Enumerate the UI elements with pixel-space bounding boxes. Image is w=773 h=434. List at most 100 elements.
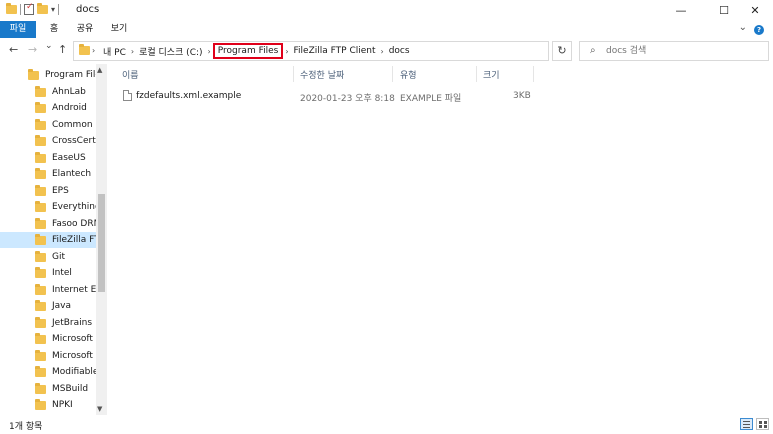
sidebar-item-label: JetBrains xyxy=(52,318,93,328)
sidebar-item-common-files[interactable]: Common Files xyxy=(0,117,96,133)
breadcrumb: 내 PC › 로컬 디스크 (C:) › Program Files › Fil… xyxy=(100,42,413,60)
breadcrumb-program-files[interactable]: Program Files xyxy=(212,43,284,59)
search-box[interactable]: ⌕ xyxy=(579,41,769,61)
help-icon[interactable]: ? xyxy=(754,25,764,35)
column-divider[interactable] xyxy=(293,66,294,82)
table-row[interactable]: fzdefaults.xml.example 2020-01-23 오후 8:1… xyxy=(118,89,538,105)
column-header-type[interactable]: 유형 xyxy=(400,68,417,81)
chevron-right-icon[interactable]: › xyxy=(379,47,386,56)
status-bar: 1개 항목 xyxy=(0,415,773,434)
folder-icon xyxy=(35,233,46,245)
tab-home[interactable]: 홈 xyxy=(44,21,64,38)
scrollbar-thumb[interactable] xyxy=(98,194,105,292)
sidebar-item-npki[interactable]: NPKI xyxy=(0,397,96,413)
ribbon-tabs: 파일 홈 공유 보기 ⌄ ? xyxy=(0,21,773,38)
search-icon: ⌕ xyxy=(590,45,596,56)
sidebar-item-eps[interactable]: EPS xyxy=(0,183,96,199)
sidebar-item-label: CrossCert xyxy=(52,136,96,146)
folder-icon xyxy=(35,349,46,361)
recent-locations-dropdown[interactable]: ⌄ xyxy=(45,41,53,51)
new-folder-icon[interactable] xyxy=(37,3,48,14)
sidebar-item-filezilla[interactable]: FileZilla FTP Client xyxy=(0,232,96,248)
sidebar-item-label: Intel xyxy=(52,268,72,278)
sidebar-item-msbuild[interactable]: MSBuild xyxy=(0,381,96,397)
large-icons-view-icon xyxy=(759,425,762,428)
sidebar-item-git[interactable]: Git xyxy=(0,249,96,265)
chevron-right-icon[interactable]: › xyxy=(129,47,136,56)
tab-share[interactable]: 공유 xyxy=(74,21,96,38)
sidebar-item-android[interactable]: Android xyxy=(0,100,96,116)
column-divider[interactable] xyxy=(476,66,477,82)
breadcrumb-filezilla[interactable]: FileZilla FTP Client xyxy=(291,46,379,56)
sidebar-item-label: Elantech xyxy=(52,169,92,179)
sidebar-item-label: ModifiableWindowsApps xyxy=(52,367,96,377)
sidebar-item-label: Program Files xyxy=(45,70,96,80)
large-icons-view-icon xyxy=(764,425,767,428)
sidebar-item-label: Common Files xyxy=(52,120,96,130)
sidebar-item-easeus[interactable]: EaseUS xyxy=(0,150,96,166)
close-button[interactable]: ✕ xyxy=(737,0,773,21)
up-button[interactable]: ↑ xyxy=(58,43,67,56)
window-title: docs xyxy=(76,4,100,15)
refresh-icon: ↻ xyxy=(557,44,567,57)
scroll-down-icon[interactable]: ▼ xyxy=(97,405,102,413)
properties-icon[interactable] xyxy=(24,2,34,15)
forward-button[interactable]: → xyxy=(28,43,37,56)
details-view-button[interactable] xyxy=(740,418,753,430)
details-view-icon xyxy=(743,427,750,428)
sidebar-item-microsoft-office[interactable]: Microsoft Office xyxy=(0,331,96,347)
customize-toolbar-dropdown-icon[interactable]: ▾ xyxy=(51,5,55,14)
tab-file[interactable]: 파일 xyxy=(0,21,36,38)
expand-ribbon-icon[interactable]: ⌄ xyxy=(739,22,747,33)
refresh-button[interactable]: ↻ xyxy=(552,41,572,61)
sidebar-item-label: Internet Explorer xyxy=(52,285,96,295)
column-header-size[interactable]: 크기 xyxy=(483,68,500,81)
details-view-icon xyxy=(743,421,750,422)
sidebar-item-modifiable-windows-apps[interactable]: ModifiableWindowsApps xyxy=(0,364,96,380)
folder-icon xyxy=(35,217,46,229)
folder-icon xyxy=(35,250,46,262)
folder-icon xyxy=(35,266,46,278)
back-button[interactable]: ← xyxy=(9,43,18,56)
chevron-right-icon[interactable]: › xyxy=(283,47,290,56)
breadcrumb-docs[interactable]: docs xyxy=(386,46,413,56)
sidebar-scrollbar[interactable]: ▲ ▼ xyxy=(96,64,107,415)
sidebar-item-jetbrains[interactable]: JetBrains xyxy=(0,315,96,331)
folder-icon xyxy=(79,44,90,55)
breadcrumb-this-pc[interactable]: 내 PC xyxy=(100,45,129,58)
details-view-icon xyxy=(743,424,750,425)
title-bar: ▾ docs — ☐ ✕ xyxy=(0,0,773,21)
sidebar-item-label: Java xyxy=(52,301,72,311)
chevron-right-icon[interactable]: › xyxy=(90,46,97,55)
sidebar-item-internet-explorer[interactable]: Internet Explorer xyxy=(0,282,96,298)
search-input[interactable] xyxy=(606,44,756,58)
large-icons-view-button[interactable] xyxy=(756,418,769,430)
sidebar-item-fasoo-drm[interactable]: Fasoo DRM xyxy=(0,216,96,232)
scroll-up-icon[interactable]: ▲ xyxy=(97,66,102,74)
breadcrumb-local-disk[interactable]: 로컬 디스크 (C:) xyxy=(136,45,205,58)
chevron-right-icon[interactable]: › xyxy=(206,47,213,56)
minimize-button[interactable]: — xyxy=(663,0,699,21)
folder-icon xyxy=(35,101,46,113)
navigation-pane: Program Files AhnLab Android Common File… xyxy=(0,64,107,415)
folder-icon xyxy=(35,398,46,410)
sidebar-item-ahnlab[interactable]: AhnLab xyxy=(0,84,96,100)
folder-icon xyxy=(35,200,46,212)
sidebar-item-program-files[interactable]: Program Files xyxy=(0,67,96,83)
column-header-modified[interactable]: 수정한 날짜 xyxy=(300,68,344,81)
sidebar-item-microsoft-office-15[interactable]: Microsoft Office 15 xyxy=(0,348,96,364)
sidebar-item-intel[interactable]: Intel xyxy=(0,265,96,281)
sidebar-item-crosscert[interactable]: CrossCert xyxy=(0,133,96,149)
sidebar-item-elantech[interactable]: Elantech xyxy=(0,166,96,182)
sidebar-item-everything[interactable]: Everything xyxy=(0,199,96,215)
tab-view[interactable]: 보기 xyxy=(108,21,130,38)
column-header-name[interactable]: 이름 xyxy=(122,68,139,81)
sidebar-item-java[interactable]: Java xyxy=(0,298,96,314)
sidebar-item-label: Android xyxy=(52,103,87,113)
column-divider[interactable] xyxy=(533,66,534,82)
file-type: EXAMPLE 파일 xyxy=(400,94,462,104)
address-bar[interactable]: › 내 PC › 로컬 디스크 (C:) › Program Files › F… xyxy=(73,41,615,61)
folder-icon xyxy=(35,365,46,377)
large-icons-view-icon xyxy=(759,421,762,424)
column-divider[interactable] xyxy=(392,66,393,82)
